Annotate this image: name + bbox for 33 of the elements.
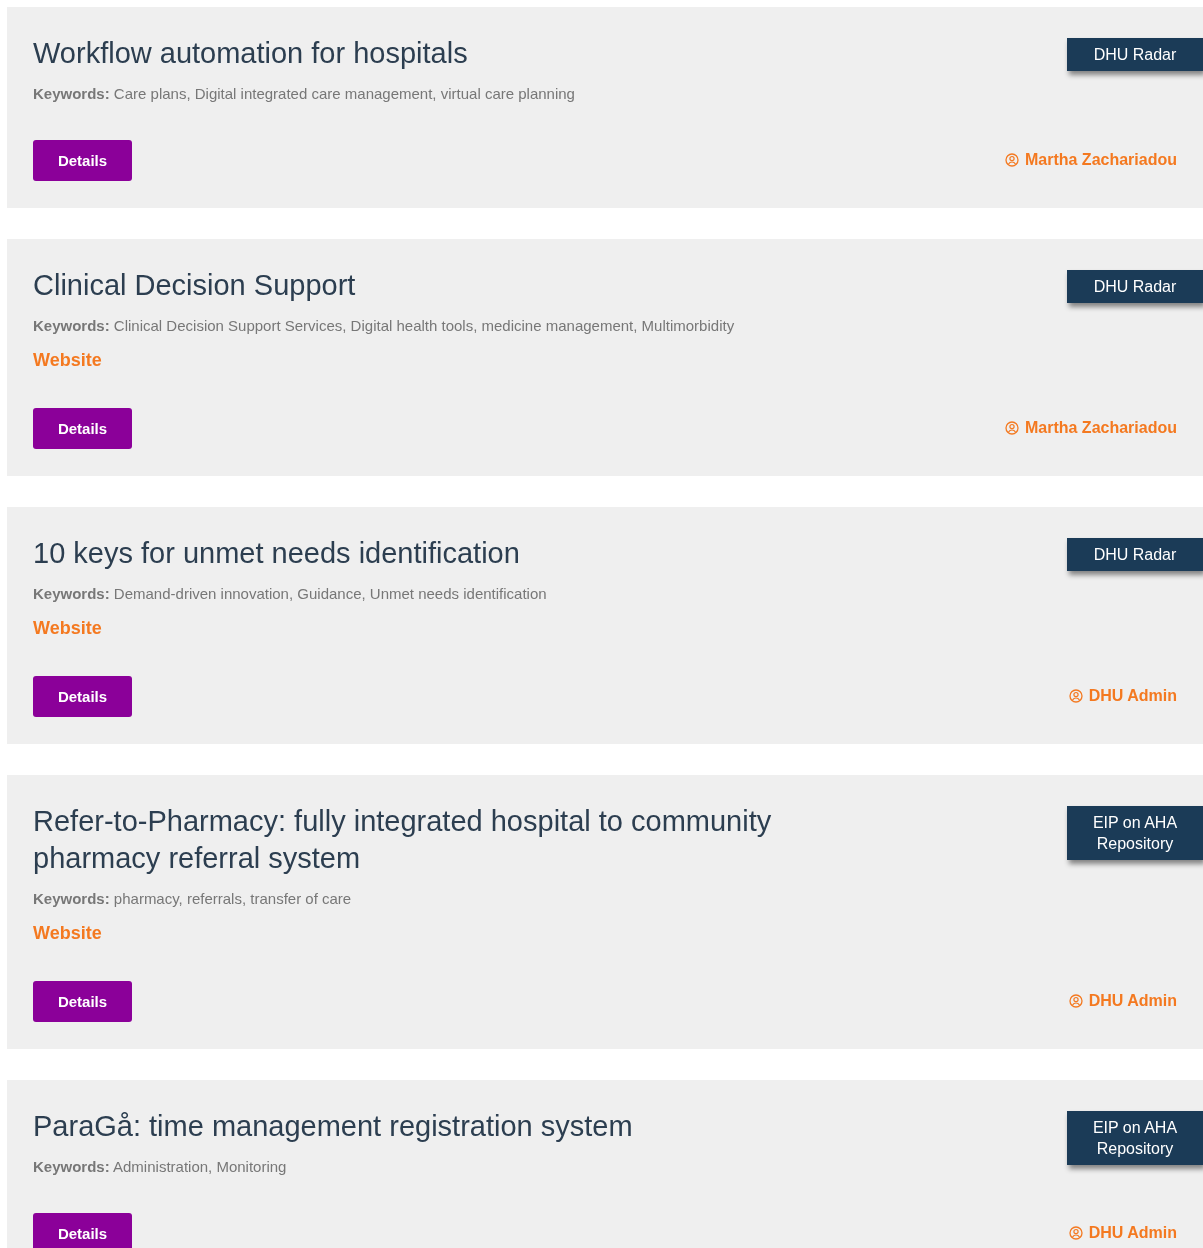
website-link[interactable]: Website [33,921,102,945]
details-button[interactable]: Details [33,981,132,1022]
source-badge: EIP on AHA Repository [1067,1111,1203,1165]
keywords-text: Keywords: Care plans, Digital integrated care management, virtual care planning [33,84,575,104]
source-badge: DHU Radar [1067,538,1203,571]
details-button[interactable]: Details [33,140,132,181]
author-link[interactable]: Martha Zachariadou [1024,419,1177,437]
website-link[interactable]: Website [33,616,102,640]
details-button[interactable]: Details [33,676,132,717]
card-title: ParaGå: time management registration system [33,1109,633,1144]
author-link[interactable]: DHU Admin [1088,1224,1177,1242]
keywords-text: Keywords: Administration, Monitoring [33,1157,287,1177]
user-icon [1068,689,1083,703]
card-title: Clinical Decision Support [33,268,356,303]
author-link[interactable]: DHU Admin [1088,992,1177,1010]
keywords-text: Keywords: pharmacy, referrals, transfer of care [33,889,352,909]
keywords-text: Keywords: Demand-driven innovation, Guidance, Unmet needs identification [33,584,547,604]
card-title: Workflow automation for hospitals [33,36,468,71]
details-button[interactable]: Details [33,1213,132,1248]
user-icon [1004,153,1019,167]
author-link[interactable]: DHU Admin [1088,687,1177,705]
author-link[interactable]: Martha Zachariadou [1024,151,1177,169]
user-icon [1004,421,1019,435]
card-title: Refer-to-Pharmacy: fully integrated hospital to community pharmacy referral system [33,804,773,876]
source-badge: DHU Radar [1067,38,1203,71]
user-icon [1068,1226,1083,1240]
keywords-text: Keywords: Clinical Decision Support Services, Digital health tools, medicine management, Multimorbidity [33,316,735,336]
user-icon [1068,994,1083,1008]
source-badge: EIP on AHA Repository [1067,806,1203,860]
details-button[interactable]: Details [33,408,132,449]
card-title: 10 keys for unmet needs identification [33,536,520,571]
website-link[interactable]: Website [33,348,102,372]
source-badge: DHU Radar [1067,270,1203,303]
